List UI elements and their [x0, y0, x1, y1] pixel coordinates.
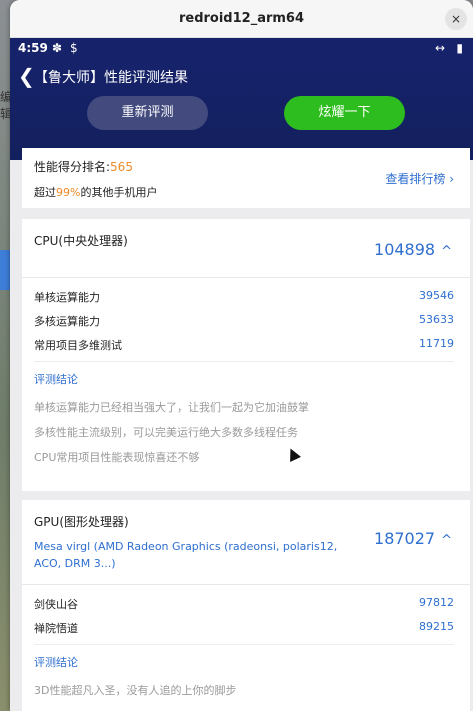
chevron-up-icon: ^ — [441, 533, 452, 548]
rank-value: 565 — [110, 160, 133, 174]
cpu-row-value: 11719 — [419, 337, 454, 350]
share-button[interactable]: 炫耀一下 — [284, 96, 405, 130]
divider — [22, 277, 470, 278]
back-arrow-icon[interactable]: ❮ — [18, 64, 35, 88]
gpu-score: 187027 — [374, 529, 436, 548]
close-icon[interactable]: × — [445, 8, 467, 30]
settings-status-icon: ✽ — [52, 41, 63, 55]
gpu-row-value: 97812 — [419, 596, 454, 609]
gpu-model: Mesa virgl (AMD Radeon Graphics (radeons… — [34, 540, 338, 570]
view-leaderboard-label: 查看排行榜 — [385, 172, 446, 186]
cpu-row: 常用项目多维测试 11719 — [34, 337, 454, 357]
gpu-title: GPU(图形处理器) — [34, 515, 129, 529]
chevron-up-icon: ^ — [441, 244, 452, 259]
cpu-row: 多核运算能力 53633 — [34, 313, 454, 333]
divider — [34, 361, 454, 362]
window-title: redroid12_arm64 — [178, 11, 305, 26]
gpu-row-value: 89215 — [419, 620, 454, 633]
beat-line: 超过99%的其他手机用户 — [34, 184, 157, 200]
rank-label: 性能得分排名: — [34, 160, 111, 174]
cpu-conclusion-line: CPU常用项目性能表现惊喜还不够 — [34, 451, 200, 464]
gpu-conclusion-title: 评测结论 — [34, 656, 78, 669]
cpu-row: 单核运算能力 39546 — [34, 289, 454, 309]
rank-card: 性能得分排名:565 超过99%的其他手机用户 查看排行榜 › — [22, 148, 470, 208]
gpu-row-label: 剑侠山谷 — [34, 598, 78, 611]
cpu-conclusion-title: 评测结论 — [34, 373, 78, 386]
emulator-window: redroid12_arm64 × 4:59 ✽ $ ↔ ▮ ❮ 【鲁大师】性能… — [10, 0, 473, 711]
cpu-title: CPU(中央处理器) — [34, 234, 128, 248]
battery-status-icon: ▮ — [456, 41, 463, 55]
retest-button[interactable]: 重新评测 — [87, 96, 208, 130]
gpu-row-label: 禅院悟道 — [34, 622, 78, 635]
cpu-row-value: 39546 — [419, 289, 454, 302]
app-header: ❮ 【鲁大师】性能评测结果 重新评测 炫耀一下 — [10, 60, 473, 160]
divider — [22, 584, 470, 585]
gpu-row: 剑侠山谷 97812 — [34, 596, 454, 616]
gpu-conclusion-line: 3D性能超凡入圣，没有人追的上你的脚步 — [34, 684, 237, 697]
gpu-card: GPU(图形处理器) Mesa virgl (AMD Radeon Graphi… — [22, 500, 470, 711]
cpu-score: 104898 — [374, 240, 436, 259]
cpu-conclusion-line: 单核运算能力已经相当强大了，让我们一起为它加油鼓掌 — [34, 401, 309, 414]
divider — [34, 644, 454, 645]
cpu-card: CPU(中央处理器) 104898 ^ 单核运算能力 39546 多核运算能力 5… — [22, 219, 470, 491]
rank-line: 性能得分排名:565 — [34, 158, 133, 175]
window-titlebar[interactable]: redroid12_arm64 × — [10, 0, 473, 38]
chevron-right-icon: › — [449, 172, 454, 186]
page-title: 【鲁大师】性能评测结果 — [34, 70, 188, 86]
gpu-score-toggle[interactable]: 187027 ^ — [374, 529, 452, 548]
cpu-conclusion-line: 多核性能主流级别，可以完美运行绝大多数多线程任务 — [34, 426, 298, 439]
status-time: 4:59 — [18, 41, 48, 55]
beat-suffix: 的其他手机用户 — [80, 186, 158, 199]
gpu-row: 禅院悟道 89215 — [34, 620, 454, 640]
beat-prefix: 超过 — [34, 186, 56, 199]
beat-percent: 99% — [56, 186, 81, 199]
status-bar: 4:59 ✽ $ ↔ ▮ — [10, 38, 473, 60]
phone-screen: 4:59 ✽ $ ↔ ▮ ❮ 【鲁大师】性能评测结果 重新评测 炫耀一下 性能得… — [10, 38, 473, 711]
view-leaderboard-link[interactable]: 查看排行榜 › — [385, 170, 454, 187]
cpu-row-label: 常用项目多维测试 — [34, 339, 122, 352]
cpu-row-label: 多核运算能力 — [34, 315, 100, 328]
cpu-row-label: 单核运算能力 — [34, 291, 100, 304]
notification-status-icon: $ — [70, 41, 78, 55]
cpu-score-toggle[interactable]: 104898 ^ — [374, 240, 452, 259]
network-status-icon: ↔ — [434, 41, 445, 55]
cpu-row-value: 53633 — [419, 313, 454, 326]
